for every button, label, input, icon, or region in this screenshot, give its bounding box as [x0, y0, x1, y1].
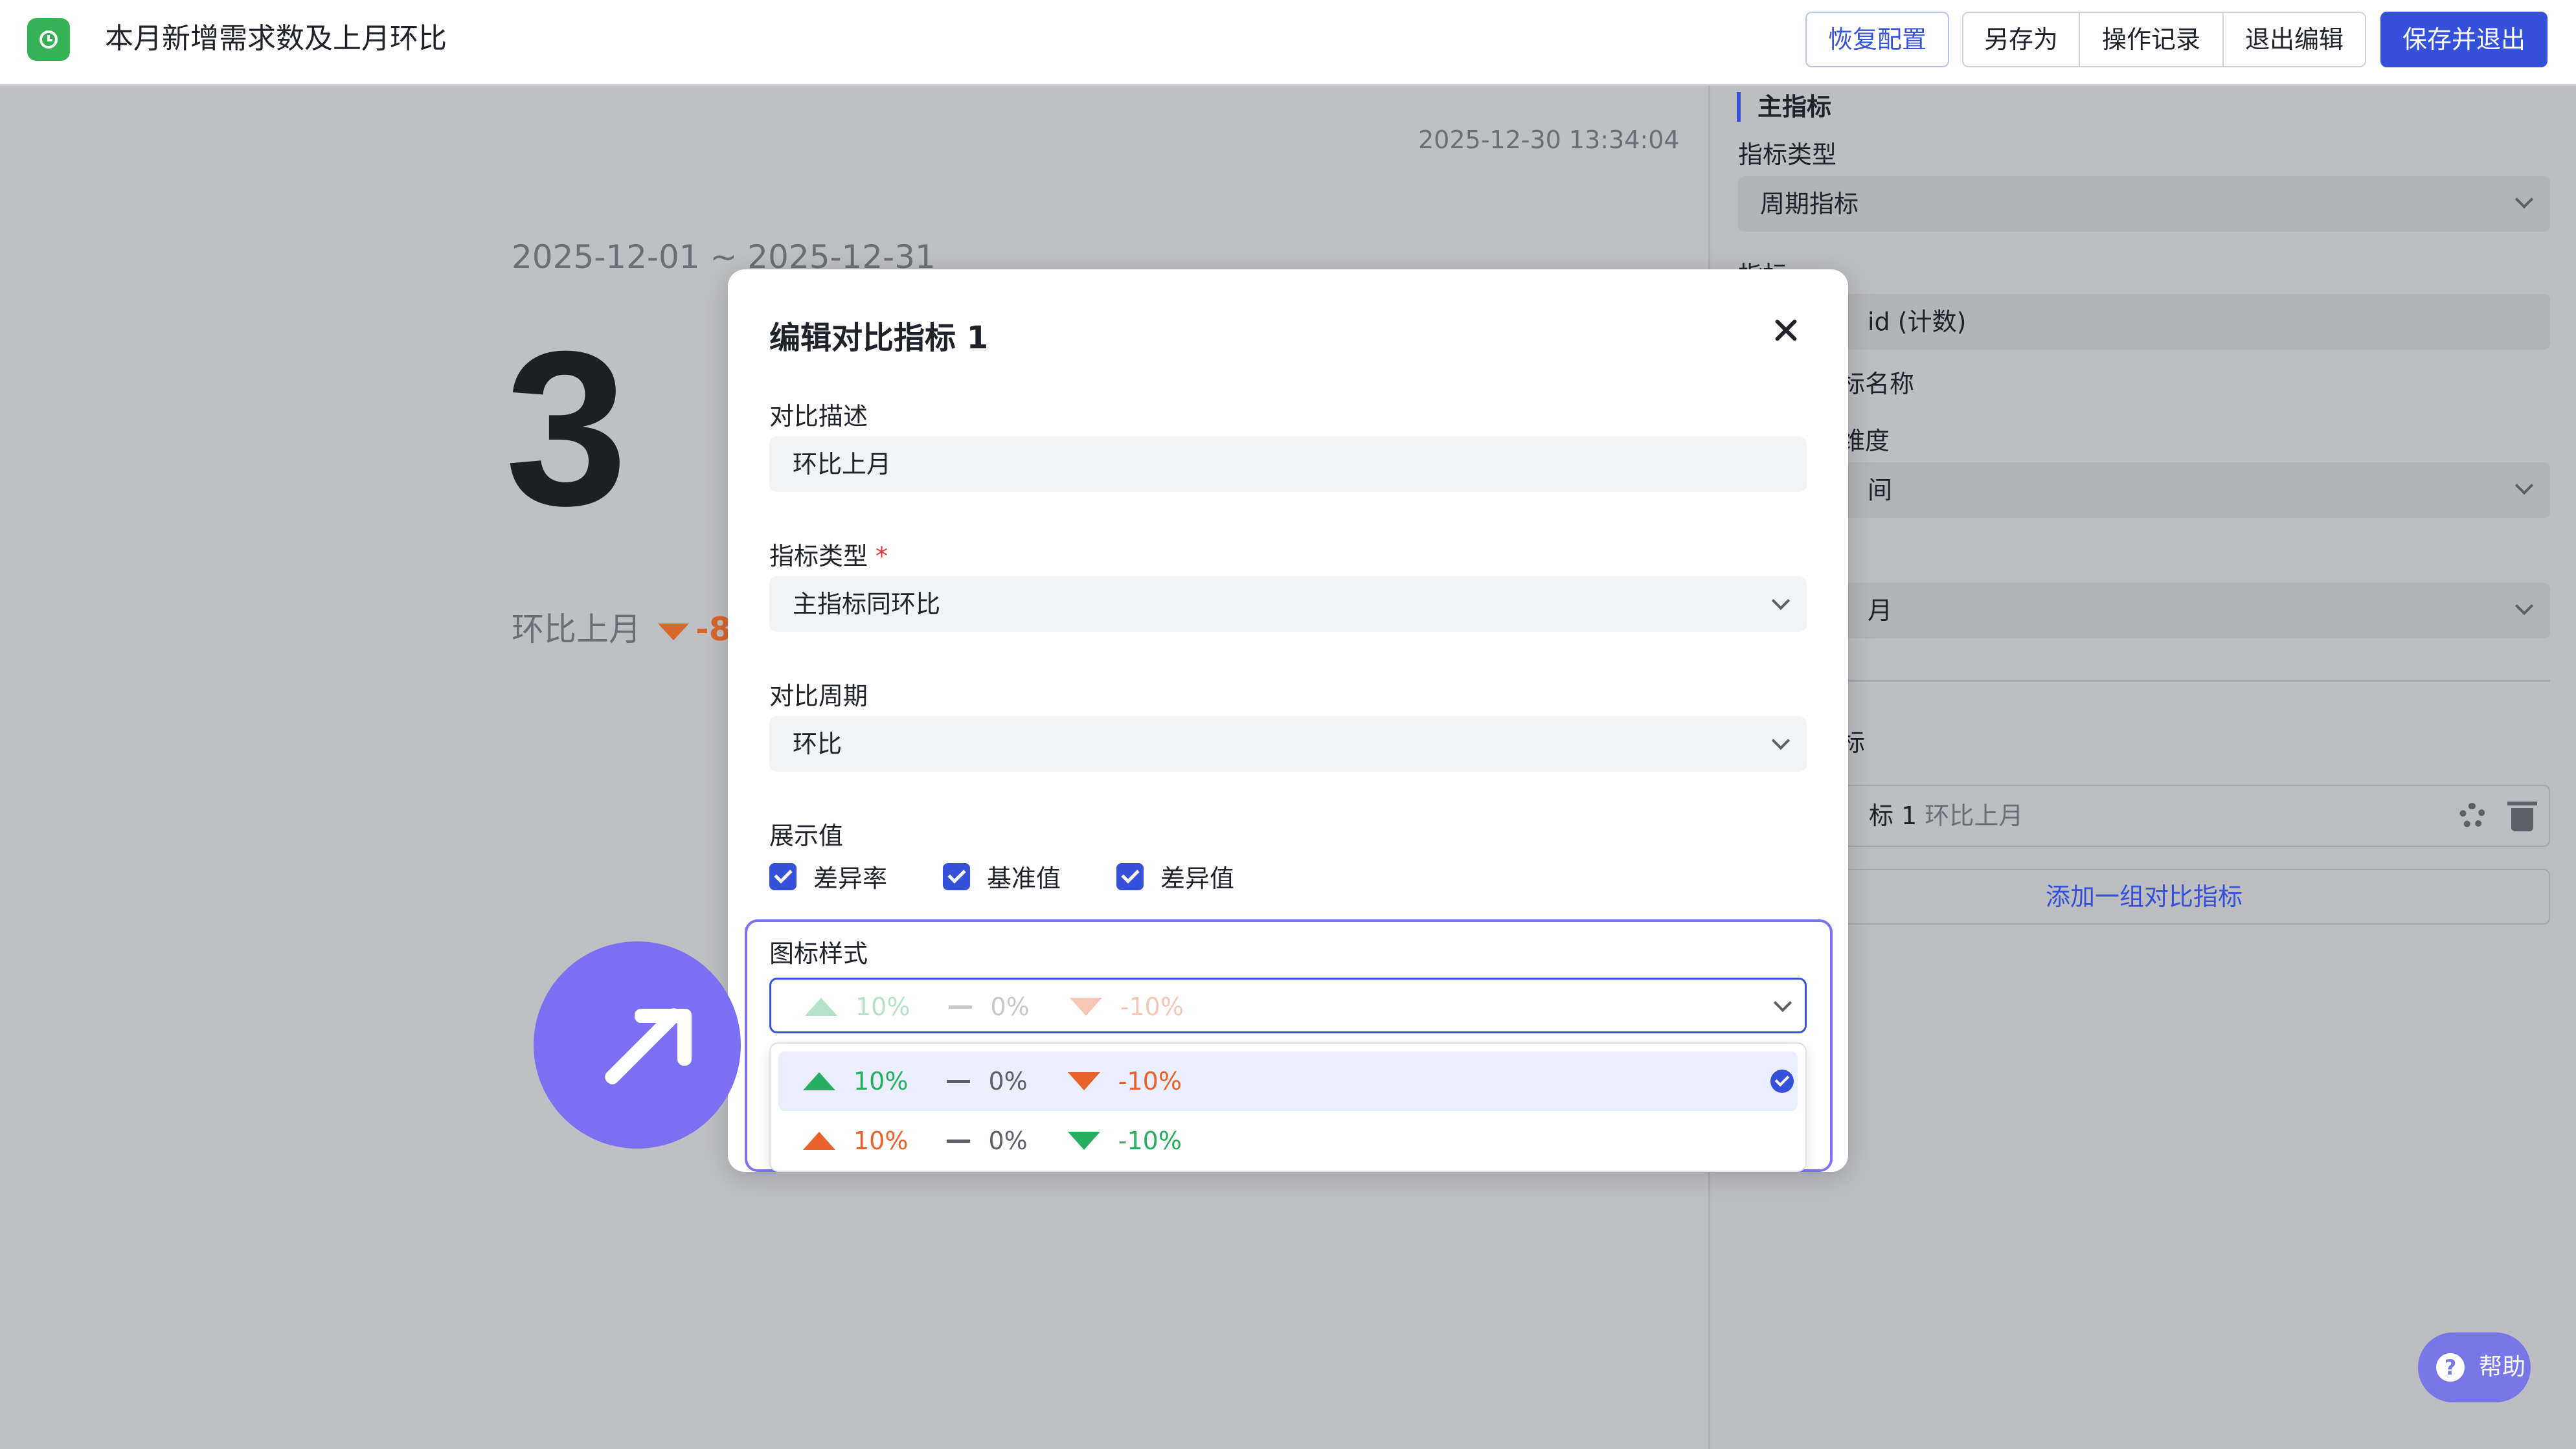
top-bar: 本月新增需求数及上月环比 恢复配置 另存为 操作记录 退出编辑 保存并退出: [0, 0, 2576, 85]
modal-title: 编辑对比指标 1: [769, 320, 989, 356]
history-button[interactable]: 操作记录: [2080, 13, 2224, 66]
compare-label: 环比上月: [512, 611, 641, 648]
checkbox-diff-rate[interactable]: 差异率: [769, 859, 887, 894]
compare-row: 环比上月 -8: [512, 603, 732, 650]
period-select[interactable]: 环比: [769, 716, 1807, 772]
panel-metric-type-select[interactable]: 周期指标: [1738, 176, 2550, 232]
app-logo-icon: [27, 18, 70, 61]
down-triangle-icon: [1069, 998, 1102, 1016]
metric-name-hint: 标名称: [1840, 370, 1915, 398]
flat-dash-icon: [947, 1079, 971, 1083]
cursor-arrow-icon: [534, 941, 741, 1149]
chevron-down-icon: [2514, 190, 2534, 209]
desc-input[interactable]: 环比上月: [769, 436, 1807, 492]
icon-style-dropdown: 10% 0% -10% 10% 0% -10%: [769, 1042, 1807, 1172]
question-icon: ?: [2436, 1353, 2465, 1382]
desc-label: 对比描述: [769, 402, 868, 431]
required-mark: *: [876, 542, 888, 570]
save-and-exit-button[interactable]: 保存并退出: [2380, 12, 2548, 67]
chevron-down-icon: [1773, 993, 1792, 1013]
checkbox-checked-icon: [769, 862, 797, 890]
panel-metric-type-label: 指标类型: [1738, 140, 1837, 169]
trash-icon[interactable]: [2507, 802, 2537, 831]
down-triangle-icon: [1067, 1132, 1100, 1150]
up-triangle-icon: [803, 1072, 835, 1090]
dimension-select[interactable]: 间: [1738, 462, 2550, 518]
flat-dash-icon: [947, 1139, 971, 1143]
period-label: 对比周期: [769, 682, 868, 710]
compare-value: -8: [695, 611, 732, 648]
checkbox-base-value[interactable]: 基准值: [943, 859, 1061, 894]
update-timestamp: 2025-12-30 13:34:04: [1418, 126, 1680, 154]
add-compare-metric-button[interactable]: 添加一组对比指标: [1738, 869, 2550, 925]
chevron-down-icon: [1771, 731, 1791, 750]
exit-edit-button[interactable]: 退出编辑: [2224, 13, 2365, 66]
gear-icon[interactable]: [2459, 803, 2485, 829]
display-values-label: 展示值: [769, 822, 844, 850]
edit-compare-modal: 编辑对比指标 1 对比描述 环比上月 指标类型 * 主指标同环比 对比周期 环比 …: [728, 269, 1848, 1172]
metric-tag: id (计数): [1868, 308, 1967, 336]
period-select[interactable]: 月: [1738, 583, 2550, 638]
selected-check-icon: [1770, 1070, 1794, 1093]
restore-config-button[interactable]: 恢复配置: [1805, 12, 1949, 67]
checkbox-checked-icon: [943, 862, 971, 890]
display-values-group: 差异率 基准值 差异值: [769, 859, 1290, 894]
up-triangle-icon: [805, 998, 837, 1016]
down-triangle-icon: [1067, 1072, 1100, 1090]
chevron-down-icon: [2514, 476, 2534, 495]
page-title: 本月新增需求数及上月环比: [105, 22, 447, 55]
selected-style-preview: 10% 0% -10%: [805, 993, 1184, 1021]
chevron-down-icon: [2514, 596, 2534, 616]
icon-style-label: 图标样式: [769, 939, 868, 968]
save-as-button[interactable]: 另存为: [1963, 13, 2080, 66]
chevron-down-icon: [1771, 591, 1791, 611]
panel-metric-field[interactable]: id (计数): [1738, 294, 2550, 350]
icon-style-select[interactable]: 10% 0% -10%: [769, 978, 1807, 1033]
checkbox-diff-value[interactable]: 差异值: [1116, 859, 1234, 894]
icon-style-option-red-up[interactable]: 10% 0% -10%: [778, 1111, 1798, 1171]
metric-value: 3: [505, 306, 628, 552]
metric-type-select[interactable]: 主指标同环比: [769, 576, 1807, 632]
close-icon[interactable]: [1767, 311, 1805, 350]
metric-type-label: 指标类型 *: [769, 542, 888, 570]
icon-style-option-green-up[interactable]: 10% 0% -10%: [778, 1051, 1798, 1111]
down-triangle-icon: [658, 623, 689, 640]
panel-divider: [1738, 680, 2550, 682]
main-metric-section-title: 主指标: [1737, 92, 1831, 122]
flat-dash-icon: [949, 1005, 973, 1009]
checkbox-checked-icon: [1116, 862, 1144, 890]
toolbar-button-group: 另存为 操作记录 退出编辑: [1962, 12, 2366, 67]
compare-metric-card[interactable]: 标 1 环比上月: [1738, 785, 2550, 847]
up-triangle-icon: [803, 1132, 835, 1150]
help-button[interactable]: ? 帮助: [2418, 1332, 2531, 1402]
